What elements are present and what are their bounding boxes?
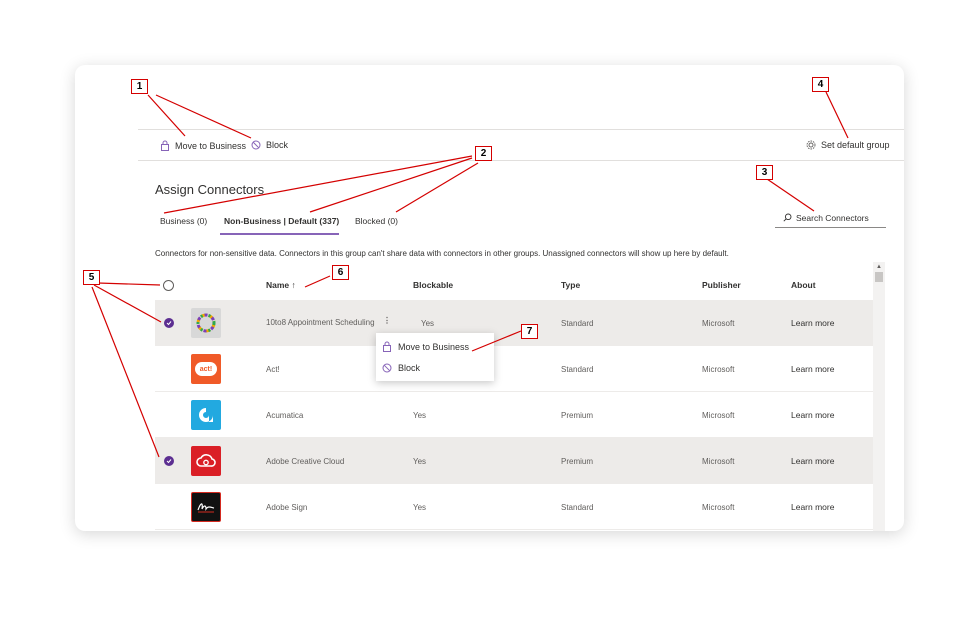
table-row[interactable]: Adobe Sign Yes Standard Microsoft Learn … [155, 484, 875, 530]
scroll-up-icon[interactable]: ▲ [876, 264, 882, 270]
search-icon [783, 213, 792, 222]
table-row[interactable]: Adobe Creative Cloud Yes Premium Microso… [155, 438, 875, 484]
callout-4: 4 [812, 77, 829, 92]
connector-name: Act! [266, 365, 280, 374]
type-value: Premium [561, 411, 594, 420]
block-icon [382, 363, 392, 373]
search-placeholder: Search Connectors [796, 212, 869, 223]
learn-more-link[interactable]: Learn more [791, 318, 834, 328]
menu-item-block[interactable]: Block [382, 363, 420, 373]
blockable-value: Yes [413, 457, 427, 466]
lock-icon [383, 341, 391, 352]
adobe-sign-logo [191, 492, 221, 522]
toolbar-bottom-divider [138, 160, 904, 161]
block-icon [251, 140, 261, 150]
block-button[interactable]: Block [251, 140, 288, 150]
lock-icon [161, 140, 169, 151]
learn-more-link[interactable]: Learn more [791, 502, 834, 512]
callout-1: 1 [131, 79, 148, 94]
10to8-logo [191, 308, 221, 338]
gear-icon [806, 140, 816, 150]
set-default-group-button[interactable]: Set default group [806, 140, 890, 150]
callout-5: 5 [83, 270, 100, 285]
callout-7: 7 [521, 324, 538, 339]
publisher-value: Microsoft [702, 411, 735, 420]
set-default-group-label: Set default group [821, 140, 890, 150]
column-header-blockable[interactable]: Blockable [413, 280, 453, 290]
connector-policy-panel: Move to Business Block Set default group… [75, 65, 904, 531]
tab-blocked[interactable]: Blocked (0) [355, 216, 398, 226]
table-row[interactable]: act! Act! Standard Microsoft Learn more [155, 346, 875, 392]
move-to-business-label: Move to Business [175, 140, 247, 151]
toolbar-top-divider [138, 129, 904, 130]
table-row[interactable]: Acumatica Yes Premium Microsoft Learn mo… [155, 392, 875, 438]
block-label: Block [266, 140, 289, 150]
column-header-publisher[interactable]: Publisher [702, 280, 741, 290]
active-tab-indicator [220, 233, 339, 235]
blockable-value: Yes [413, 503, 427, 512]
publisher-value: Microsoft [702, 457, 735, 466]
menu-item-move-to-business[interactable]: Move to Business [382, 341, 469, 352]
row-checked-icon[interactable] [164, 456, 174, 466]
connector-name: Adobe Creative Cloud [266, 457, 345, 466]
menu-item-label: Move to Business [398, 341, 470, 352]
publisher-value: Microsoft [702, 319, 735, 328]
column-header-type[interactable]: Type [561, 280, 580, 290]
learn-more-link[interactable]: Learn more [791, 456, 834, 466]
blockable-value: Yes [421, 319, 435, 328]
page-title: Assign Connectors [155, 182, 265, 197]
row-checked-icon[interactable] [164, 318, 174, 328]
callout-6: 6 [332, 265, 349, 280]
connector-name: Adobe Sign [266, 503, 308, 512]
connector-name: Acumatica [266, 411, 304, 420]
table-row[interactable]: 10to8 Appointment Scheduling ⋮ Yes Stand… [155, 300, 875, 346]
callout-3: 3 [756, 165, 773, 180]
column-header-name[interactable]: Name ↑ [266, 280, 296, 290]
blockable-value: Yes [413, 411, 427, 420]
move-to-business-button[interactable]: Move to Business [160, 140, 246, 151]
type-value: Standard [561, 503, 594, 512]
adobe-creative-cloud-logo [191, 446, 221, 476]
tab-business[interactable]: Business (0) [160, 216, 207, 226]
callout-2: 2 [475, 146, 492, 161]
tab-non-business[interactable]: Non-Business | Default (337) [224, 216, 339, 226]
vertical-scrollbar[interactable]: ▲ [873, 262, 885, 531]
column-header-about[interactable]: About [791, 280, 816, 290]
publisher-value: Microsoft [702, 365, 735, 374]
learn-more-link[interactable]: Learn more [791, 410, 834, 420]
menu-item-label: Block [398, 363, 421, 373]
act-logo: act! [191, 354, 221, 384]
connector-name: 10to8 Appointment Scheduling [266, 318, 375, 327]
select-all-checkbox[interactable] [163, 280, 174, 291]
search-input[interactable]: Search Connectors [775, 208, 886, 228]
learn-more-link[interactable]: Learn more [791, 364, 834, 374]
group-description: Connectors for non-sensitive data. Conne… [155, 249, 729, 258]
context-menu: Move to Business Block [376, 333, 494, 381]
type-value: Standard [561, 365, 594, 374]
type-value: Premium [561, 457, 594, 466]
scroll-thumb[interactable] [875, 272, 883, 282]
acumatica-logo [191, 400, 221, 430]
type-value: Standard [561, 319, 594, 328]
publisher-value: Microsoft [702, 503, 735, 512]
more-options-icon[interactable]: ⋮ [383, 316, 391, 325]
